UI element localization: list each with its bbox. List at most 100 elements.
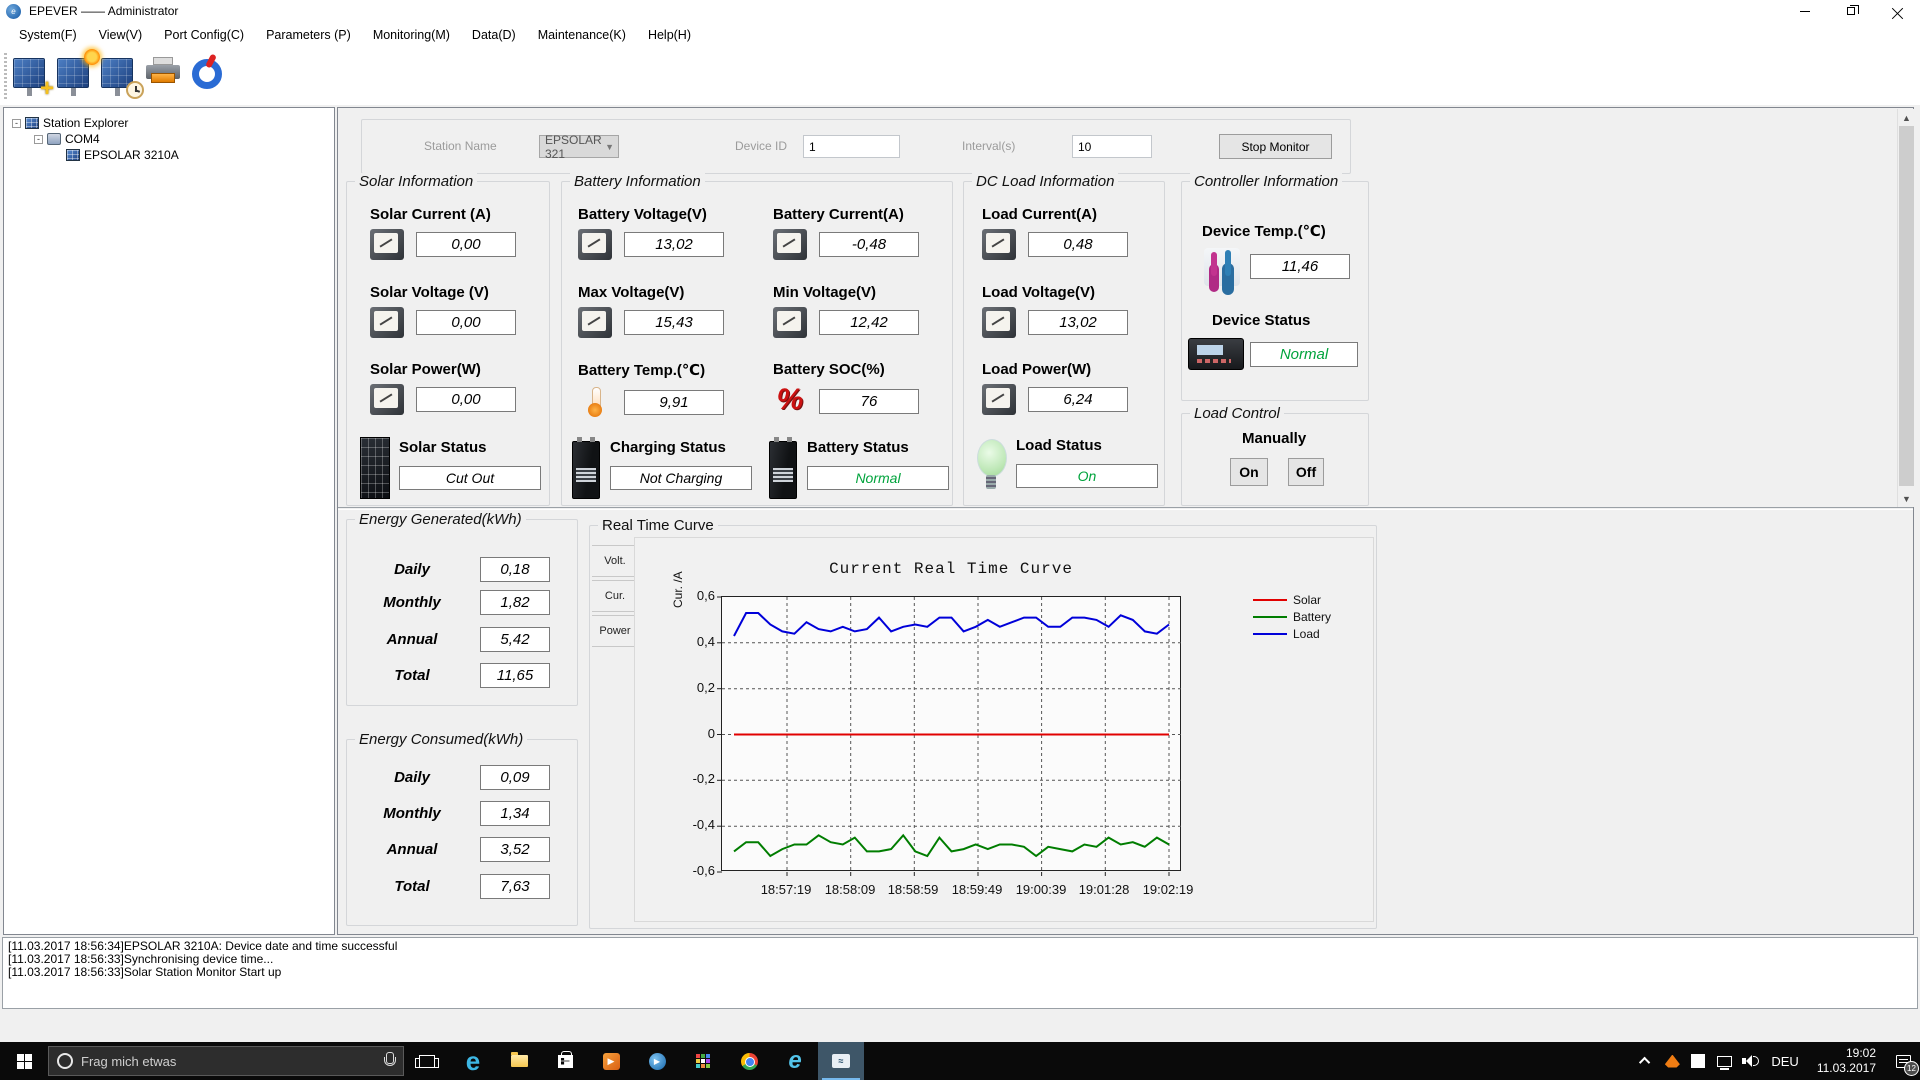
store-app[interactable] — [542, 1042, 588, 1080]
epever-app-active[interactable]: ≈ — [818, 1042, 864, 1080]
plus-icon: + — [39, 75, 54, 102]
menu-view[interactable]: View(V) — [88, 24, 154, 46]
app-grid-app[interactable] — [680, 1042, 726, 1080]
legend-item: Solar — [1253, 593, 1331, 607]
menu-system[interactable]: System(F) — [8, 24, 88, 46]
start-button[interactable] — [0, 1042, 48, 1080]
x-tick-label: 18:59:49 — [951, 882, 1003, 897]
chevron-up-icon — [1639, 1056, 1651, 1069]
tab-power[interactable]: Power — [592, 615, 639, 647]
close-button[interactable] — [1874, 0, 1920, 22]
x-tick-label: 19:02:19 — [1142, 882, 1194, 897]
tab-cur[interactable]: Cur. — [592, 580, 639, 612]
gauge-icon — [982, 307, 1016, 338]
tree-item-station-explorer[interactable]: - Station Explorer — [12, 115, 128, 131]
interval-input[interactable]: 10 — [1072, 135, 1152, 158]
battery-current-field: Battery Current(A) -0,48 — [773, 206, 923, 260]
tree-item-com4[interactable]: - COM4 — [34, 131, 100, 147]
minimize-button[interactable] — [1782, 0, 1828, 22]
menu-bar: System(F) View(V) Port Config(C) Paramet… — [0, 22, 1920, 47]
action-center-button[interactable]: 12 — [1886, 1042, 1920, 1080]
controller-icon — [1188, 338, 1244, 370]
legend-label: Battery — [1293, 610, 1332, 624]
restore-button[interactable] — [1828, 0, 1874, 22]
solar-status-field: Solar Status Cut Out — [399, 439, 541, 490]
microphone-icon[interactable] — [383, 1052, 396, 1070]
dual-thermometer-icon — [1204, 248, 1240, 286]
plot-area — [717, 596, 1182, 876]
row-label: Annual — [386, 631, 438, 648]
field-value: 76 — [819, 388, 919, 414]
language-indicator[interactable]: DEU — [1763, 1054, 1806, 1069]
load-off-button[interactable]: Off — [1288, 458, 1324, 486]
clock-date: 11.03.2017 — [1816, 1061, 1876, 1075]
scroll-up-arrow[interactable]: ▲ — [1898, 109, 1915, 126]
internet-explorer-icon: e — [788, 1047, 802, 1074]
battery-status-field: Battery Status Normal — [807, 439, 949, 490]
menu-parameters[interactable]: Parameters (P) — [255, 24, 362, 46]
menu-monitoring[interactable]: Monitoring(M) — [362, 24, 461, 46]
monitor-bar: Station Name EPSOLAR 321 ▼ Device ID 1 I… — [361, 119, 1351, 174]
task-view-button[interactable] — [404, 1042, 450, 1080]
y-tick-label: 0 — [707, 726, 715, 741]
field-value: 15,43 — [624, 310, 724, 335]
main-panel: Station Name EPSOLAR 321 ▼ Device ID 1 I… — [337, 107, 1915, 935]
chrome-app[interactable] — [726, 1042, 772, 1080]
tree-item-epsolar-3210a[interactable]: EPSOLAR 3210A — [66, 147, 179, 163]
battery-information-group: Battery Information Battery Voltage(V) 1… — [561, 173, 953, 506]
device-status-value: Normal — [1250, 342, 1358, 367]
group-title: DC Load Information — [972, 173, 1119, 190]
row-label: Monthly — [383, 805, 441, 822]
menu-help[interactable]: Help(H) — [637, 24, 702, 46]
file-explorer-app[interactable] — [496, 1042, 542, 1080]
internet-explorer-app[interactable]: e — [772, 1042, 818, 1080]
gauge-icon — [982, 384, 1016, 415]
row-label: Annual — [386, 841, 438, 858]
load-control-group: Load Control Manually On Off — [1181, 405, 1369, 506]
exit-button[interactable] — [188, 55, 228, 97]
edge-app[interactable]: e — [450, 1042, 496, 1080]
battery-temp-field: Battery Temp.(℃) 9,91 — [578, 361, 728, 419]
station-explorer-tree: - Station Explorer - COM4 EPSOLAR 3210A — [3, 107, 335, 935]
solar-power-field: Solar Power(W) 0,00 — [370, 361, 520, 415]
print-button[interactable] — [144, 55, 184, 97]
menu-data[interactable]: Data(D) — [461, 24, 527, 46]
row-value: 7,63 — [480, 874, 550, 899]
field-label: Battery Voltage(V) — [578, 206, 707, 223]
taskbar-clock[interactable]: 19:02 11.03.2017 — [1807, 1046, 1886, 1076]
group-title: Real Time Curve — [598, 517, 718, 534]
scroll-down-arrow[interactable]: ▼ — [1898, 490, 1915, 507]
vertical-scrollbar[interactable]: ▲ ▼ — [1897, 109, 1915, 507]
menu-port-config[interactable]: Port Config(C) — [153, 24, 255, 46]
tab-volt[interactable]: Volt. — [592, 545, 639, 577]
load-current-field: Load Current(A) 0,48 — [982, 206, 1132, 260]
collapse-icon[interactable]: - — [12, 118, 21, 128]
video-player-app[interactable]: ▶ — [634, 1042, 680, 1080]
scrollbar-thumb[interactable] — [1899, 126, 1914, 486]
group-title: Energy Generated(kWh) — [355, 511, 526, 528]
menu-maintenance[interactable]: Maintenance(K) — [527, 24, 637, 46]
add-station-button[interactable]: + — [12, 55, 54, 102]
gauge-icon — [370, 307, 404, 338]
device-status-label: Device Status — [1212, 312, 1311, 329]
tray-volume[interactable] — [1737, 1042, 1763, 1080]
load-on-button[interactable]: On — [1230, 458, 1268, 486]
legend-item: Load — [1253, 627, 1331, 641]
station-monitor-button[interactable] — [56, 49, 100, 97]
tray-chevron-button[interactable] — [1633, 1042, 1659, 1080]
tray-antivirus[interactable] — [1659, 1042, 1685, 1080]
load-power-field: Load Power(W) 6,24 — [982, 361, 1132, 415]
taskbar-search[interactable]: Frag mich etwas — [48, 1046, 404, 1076]
gauge-icon — [578, 229, 612, 260]
solar-information-group: Solar Information Solar Current (A) 0,00… — [346, 173, 550, 506]
device-time-button[interactable] — [100, 55, 144, 99]
workspace: - Station Explorer - COM4 EPSOLAR 3210A … — [0, 107, 1920, 937]
device-id-input[interactable]: 1 — [803, 135, 900, 158]
tray-app-square[interactable] — [1685, 1042, 1711, 1080]
collapse-icon[interactable]: - — [34, 134, 43, 144]
stop-monitor-button[interactable]: Stop Monitor — [1219, 134, 1332, 159]
tray-network[interactable] — [1711, 1042, 1737, 1080]
load-voltage-field: Load Voltage(V) 13,02 — [982, 284, 1132, 338]
media-player-app[interactable]: ▶ — [588, 1042, 634, 1080]
station-name-combo[interactable]: EPSOLAR 321 ▼ — [539, 133, 619, 161]
